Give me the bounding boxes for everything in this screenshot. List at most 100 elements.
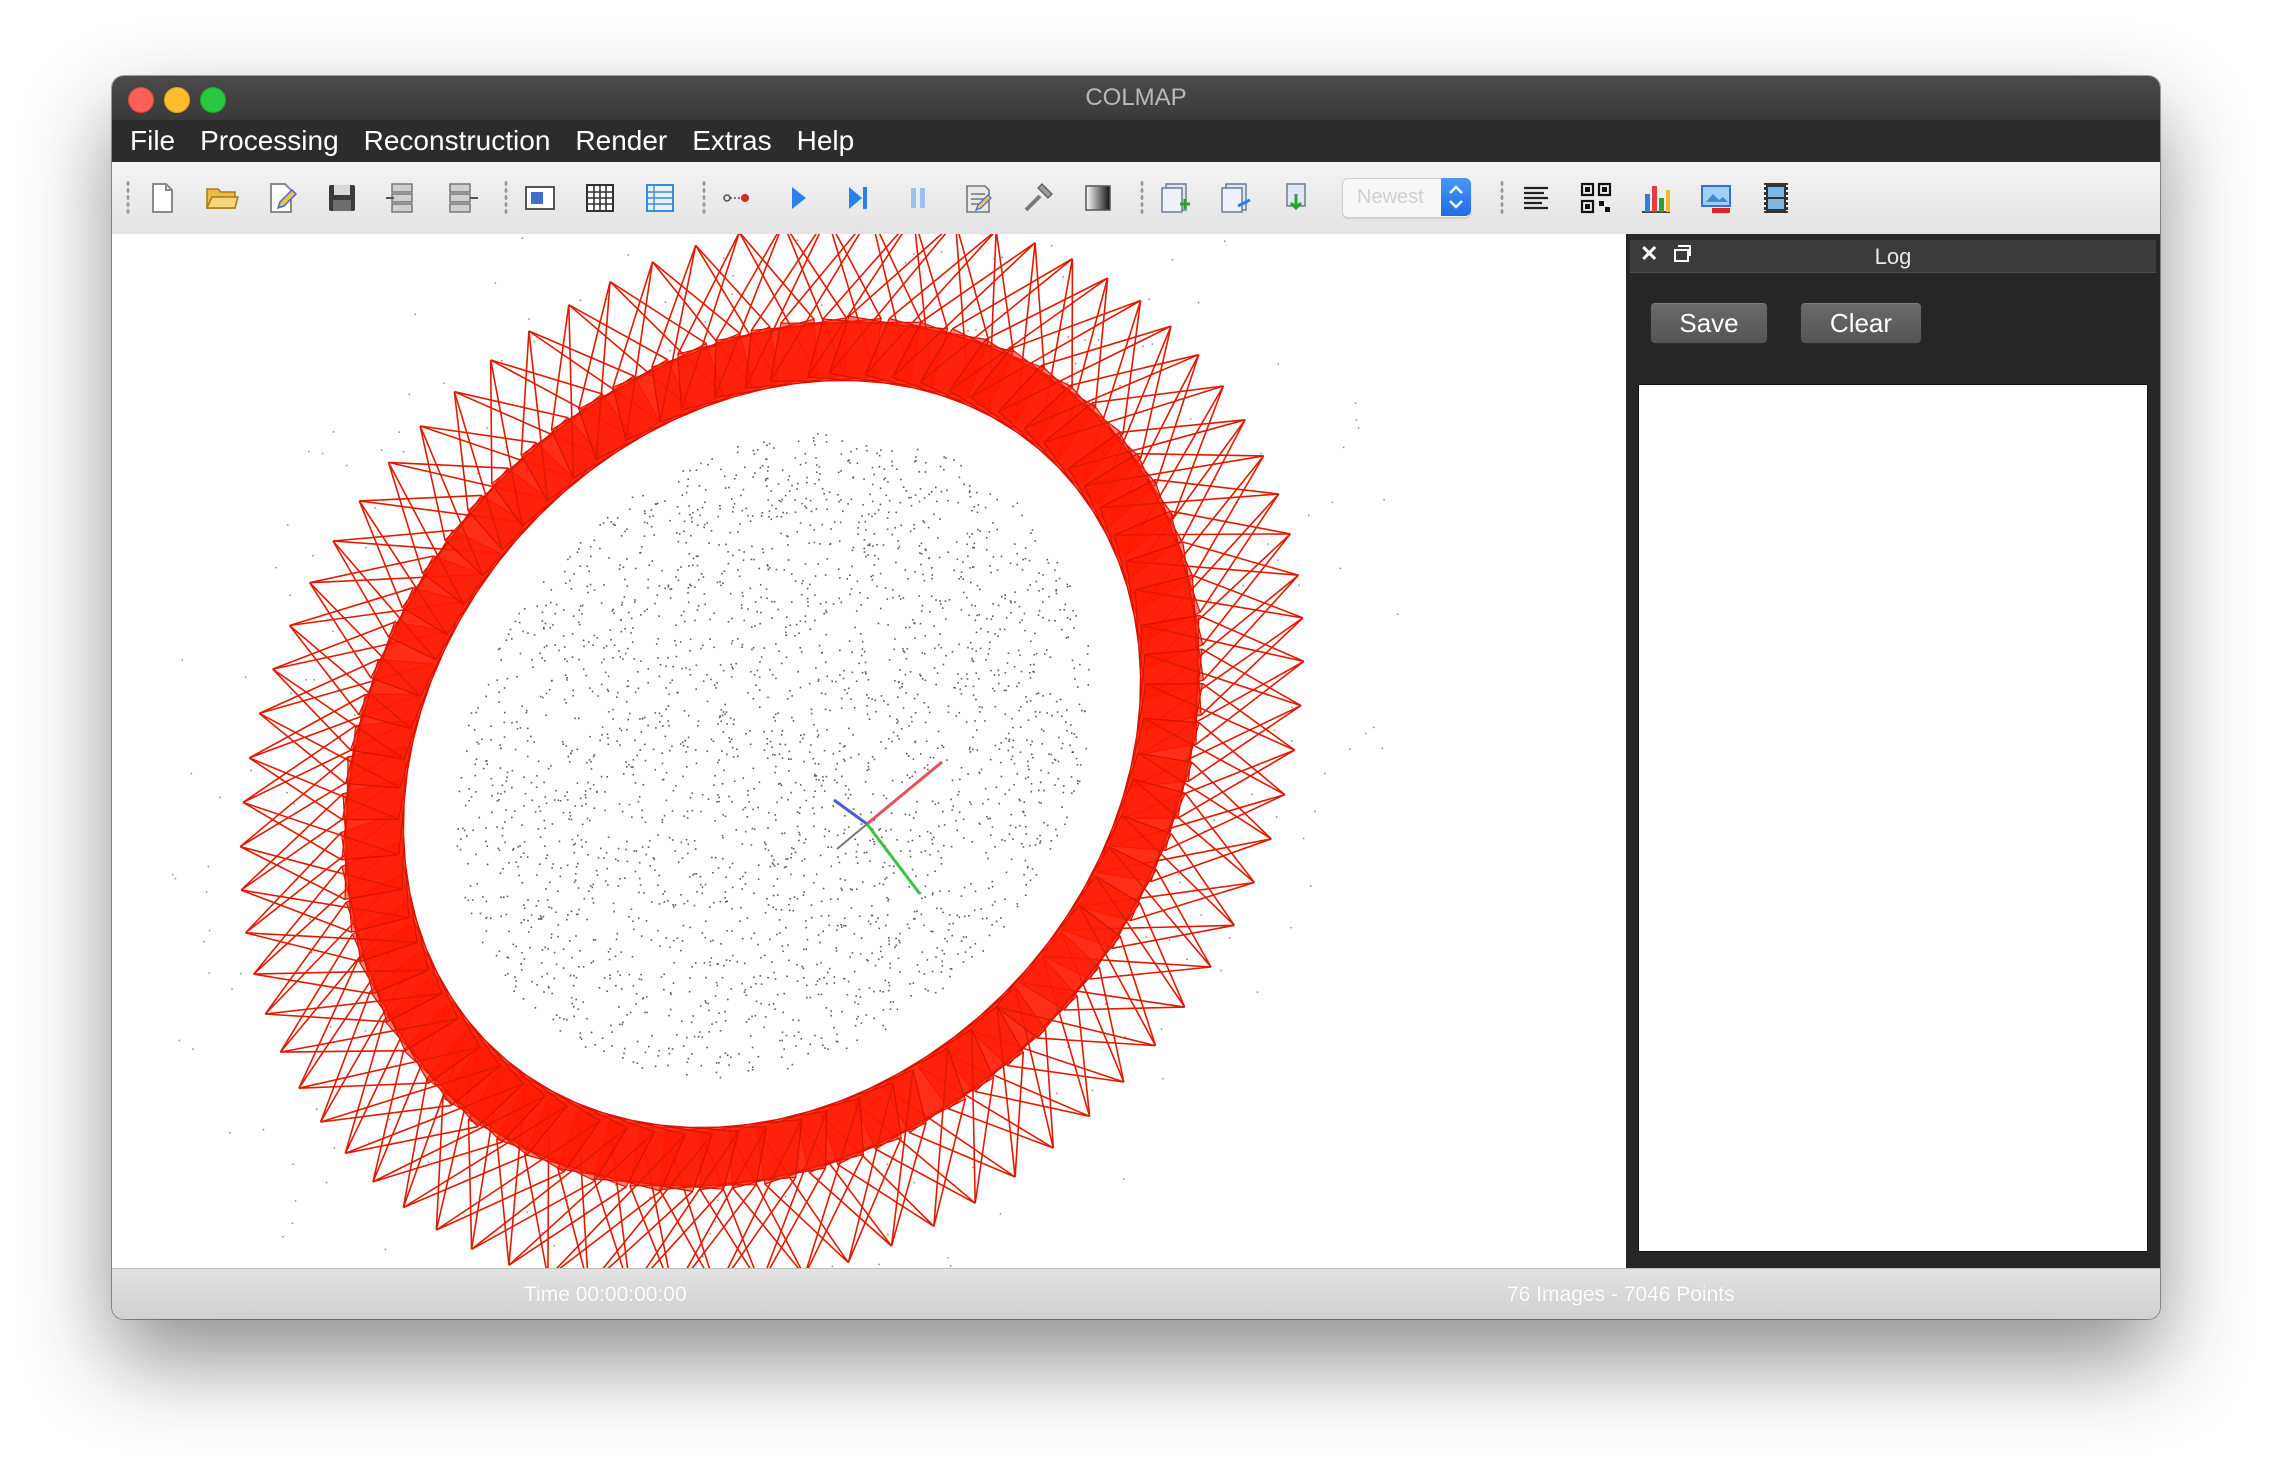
point xyxy=(752,449,755,452)
point xyxy=(992,556,995,558)
database-management-icon[interactable] xyxy=(642,180,678,216)
point xyxy=(563,1018,565,1020)
point xyxy=(571,633,574,635)
statistics-icon[interactable] xyxy=(1638,180,1674,216)
point xyxy=(639,884,642,886)
point xyxy=(661,821,664,823)
edit-project-icon[interactable] xyxy=(264,180,300,216)
bundle-adjustment-icon[interactable] xyxy=(960,180,996,216)
point xyxy=(464,896,466,899)
reconstruction-settings-icon[interactable] xyxy=(1020,180,1056,216)
point xyxy=(796,531,799,533)
point xyxy=(963,837,965,839)
point xyxy=(657,657,659,659)
new-project-icon[interactable] xyxy=(144,180,180,216)
save-log-button[interactable]: Save xyxy=(1650,302,1768,344)
log-text-area[interactable] xyxy=(1638,384,2148,1252)
point xyxy=(568,818,570,820)
save-project-icon[interactable] xyxy=(324,180,360,216)
point xyxy=(803,842,806,844)
point xyxy=(865,445,868,447)
point xyxy=(500,915,502,918)
point xyxy=(841,889,843,891)
menu-help[interactable]: Help xyxy=(797,125,855,157)
grab-movie-icon[interactable] xyxy=(1758,180,1794,216)
feature-matching-icon[interactable] xyxy=(582,180,618,216)
point xyxy=(914,637,916,639)
point xyxy=(1064,603,1067,606)
point xyxy=(1331,501,1334,504)
point xyxy=(721,976,724,979)
point xyxy=(567,914,569,916)
point xyxy=(804,620,807,623)
point xyxy=(466,750,468,753)
point xyxy=(1020,670,1023,673)
start-reconstruction-icon[interactable] xyxy=(780,180,816,216)
point xyxy=(768,442,771,445)
point xyxy=(625,848,627,851)
step-reconstruction-icon[interactable] xyxy=(840,180,876,216)
model-select[interactable]: Newest xyxy=(1342,178,1471,218)
undistort-icon[interactable] xyxy=(1158,180,1194,216)
import-model-icon[interactable] xyxy=(384,180,420,216)
menu-extras[interactable]: Extras xyxy=(692,125,771,157)
point xyxy=(804,615,807,617)
point xyxy=(842,510,844,513)
point xyxy=(756,669,759,672)
stereo-icon[interactable] xyxy=(1218,180,1254,216)
point xyxy=(613,910,615,913)
point xyxy=(800,651,803,653)
grab-image-icon[interactable] xyxy=(1698,180,1734,216)
point xyxy=(539,918,542,920)
point xyxy=(1024,859,1027,862)
point xyxy=(663,901,666,903)
point xyxy=(1148,298,1150,301)
render-options-icon[interactable] xyxy=(1080,180,1116,216)
point xyxy=(884,477,887,479)
point xyxy=(856,1018,858,1020)
pause-reconstruction-icon[interactable] xyxy=(900,180,936,216)
point xyxy=(572,984,575,987)
point xyxy=(553,1244,555,1247)
point xyxy=(634,739,636,742)
menu-file[interactable]: File xyxy=(130,125,175,157)
point xyxy=(964,915,966,918)
point xyxy=(625,761,627,763)
export-model-icon[interactable] xyxy=(444,180,480,216)
point xyxy=(974,619,977,622)
point xyxy=(888,984,891,987)
point xyxy=(1030,640,1032,643)
log-icon[interactable] xyxy=(1518,180,1554,216)
point xyxy=(642,783,645,786)
point xyxy=(815,775,818,777)
menu-reconstruction[interactable]: Reconstruction xyxy=(364,125,551,157)
model-viewer-canvas[interactable] xyxy=(112,234,1626,1268)
point xyxy=(505,809,507,811)
point xyxy=(865,555,867,558)
point xyxy=(570,752,572,755)
menu-render[interactable]: Render xyxy=(575,125,667,157)
point xyxy=(1010,601,1012,604)
reconstruction-options-icon[interactable] xyxy=(720,180,756,216)
reconstruction-scene[interactable] xyxy=(112,234,1626,1268)
point xyxy=(786,858,789,860)
clear-log-button[interactable]: Clear xyxy=(1800,302,1922,344)
point xyxy=(775,677,777,680)
point xyxy=(1071,659,1074,662)
match-matrix-icon[interactable] xyxy=(1578,180,1614,216)
point xyxy=(1050,245,1053,247)
point xyxy=(665,937,667,939)
point xyxy=(632,773,634,776)
point xyxy=(505,639,508,641)
open-project-icon[interactable] xyxy=(204,180,240,216)
point xyxy=(867,765,870,768)
point xyxy=(747,608,749,610)
point xyxy=(611,1031,613,1033)
point xyxy=(770,490,773,492)
fusion-icon[interactable] xyxy=(1278,180,1314,216)
point xyxy=(681,940,684,942)
feature-extraction-icon[interactable] xyxy=(522,180,558,216)
menu-processing[interactable]: Processing xyxy=(200,125,339,157)
point xyxy=(840,453,843,455)
point xyxy=(609,977,611,980)
